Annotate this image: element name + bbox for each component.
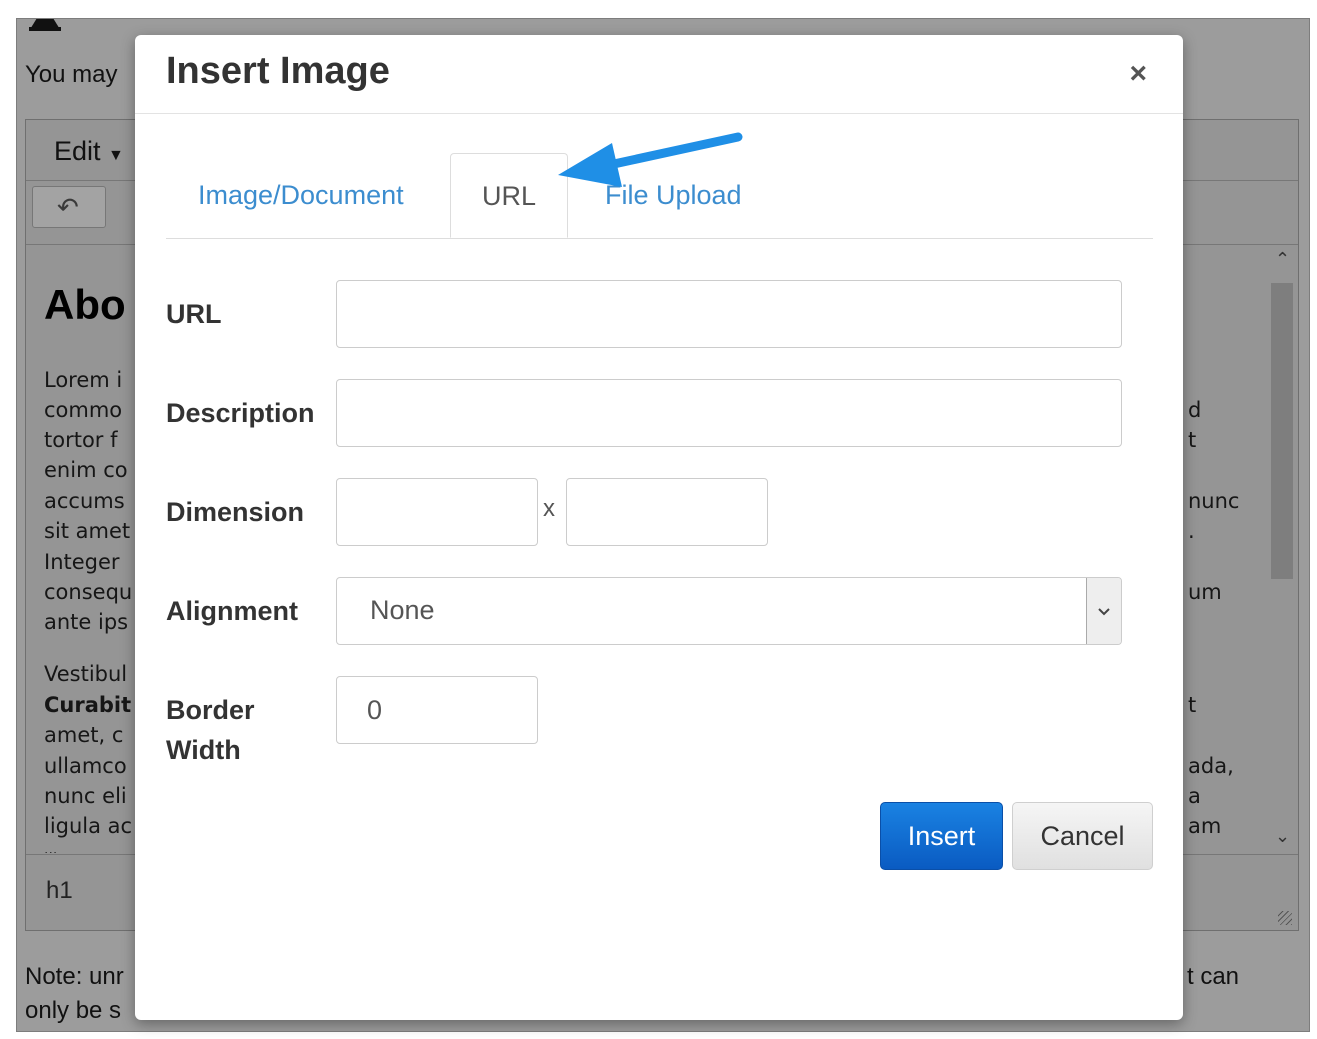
scrollbar-thumb[interactable] (1271, 283, 1293, 579)
content-heading: Abo (44, 281, 126, 328)
paragraph-line: consequ (44, 580, 133, 604)
paragraph-fragment: t (1188, 428, 1197, 452)
border-width-input[interactable] (336, 676, 538, 744)
annotation-arrow (558, 132, 743, 187)
warning-icon (29, 19, 61, 31)
scroll-up-icon[interactable]: ⌃ (1275, 249, 1290, 270)
paragraph-fragment: nunc (1188, 489, 1240, 513)
note-text-right: t can (1187, 963, 1240, 990)
menu-edit[interactable]: Edit ▼ (54, 136, 124, 167)
height-input[interactable] (566, 478, 768, 546)
dimension-label: Dimension (166, 497, 305, 527)
intro-text: You may (25, 61, 118, 88)
scroll-down-icon[interactable]: ⌄ (1275, 826, 1290, 847)
editor-scrollbar[interactable]: ⌃ ⌄ (1268, 245, 1298, 853)
paragraph-line: ullamco (44, 754, 127, 778)
paragraph-line: Lorem i (44, 368, 123, 392)
paragraph-line-bold: Curabit (44, 693, 132, 717)
description-input[interactable] (336, 379, 1122, 447)
dialog-header: Insert Image × (135, 35, 1183, 114)
resize-grip-icon[interactable] (1278, 911, 1292, 925)
paragraph-line: ... (44, 842, 58, 853)
element-path[interactable]: h1 (46, 877, 73, 905)
undo-button[interactable]: ↶ (32, 186, 106, 228)
url-input[interactable] (336, 280, 1122, 348)
paragraph-line: nunc eli (44, 784, 127, 808)
caret-down-icon: ▼ (108, 147, 124, 164)
alignment-label: Alignment (166, 596, 298, 626)
paragraph-fragment: t (1188, 693, 1197, 717)
paragraph-line: accums (44, 489, 125, 513)
menu-edit-label: Edit (54, 136, 101, 166)
paragraph-line: tortor f (44, 428, 118, 452)
border-label-line1: Border (166, 695, 255, 725)
paragraph-line: commo (44, 398, 123, 422)
note-text: Note: unr (25, 963, 124, 990)
chevron-down-icon[interactable] (1086, 578, 1121, 644)
paragraph-line: ante ips (44, 610, 129, 634)
paragraph-fragment: um (1188, 580, 1222, 604)
paragraph-fragment: d (1188, 398, 1202, 422)
paragraph-line: amet, c (44, 723, 124, 747)
alignment-select[interactable]: None (336, 577, 1122, 645)
paragraph-fragment: . (1188, 519, 1195, 543)
description-label: Description (166, 398, 315, 428)
paragraph-fragment: am (1188, 814, 1222, 838)
dialog-title: Insert Image (166, 50, 390, 92)
cancel-button[interactable]: Cancel (1012, 802, 1153, 870)
undo-icon: ↶ (57, 192, 79, 222)
alignment-selected-value: None (370, 595, 435, 625)
note-text-line2: only be s (25, 997, 122, 1024)
tab-image-document[interactable]: Image/Document (198, 153, 404, 238)
border-width-label: Border Width (166, 690, 255, 770)
close-icon[interactable]: × (1129, 57, 1147, 91)
paragraph-fragment: ada, (1188, 754, 1234, 778)
border-label-line2: Width (166, 735, 241, 765)
paragraph-line: Vestibul (44, 662, 128, 686)
url-label: URL (166, 299, 222, 329)
paragraph-line: enim co (44, 458, 128, 482)
paragraph-line: Integer (44, 550, 120, 574)
width-input[interactable] (336, 478, 538, 546)
paragraph-fragment: a (1188, 784, 1201, 808)
insert-button[interactable]: Insert (880, 802, 1003, 870)
dimension-separator: x (543, 495, 555, 522)
paragraph-line: sit amet (44, 519, 131, 543)
